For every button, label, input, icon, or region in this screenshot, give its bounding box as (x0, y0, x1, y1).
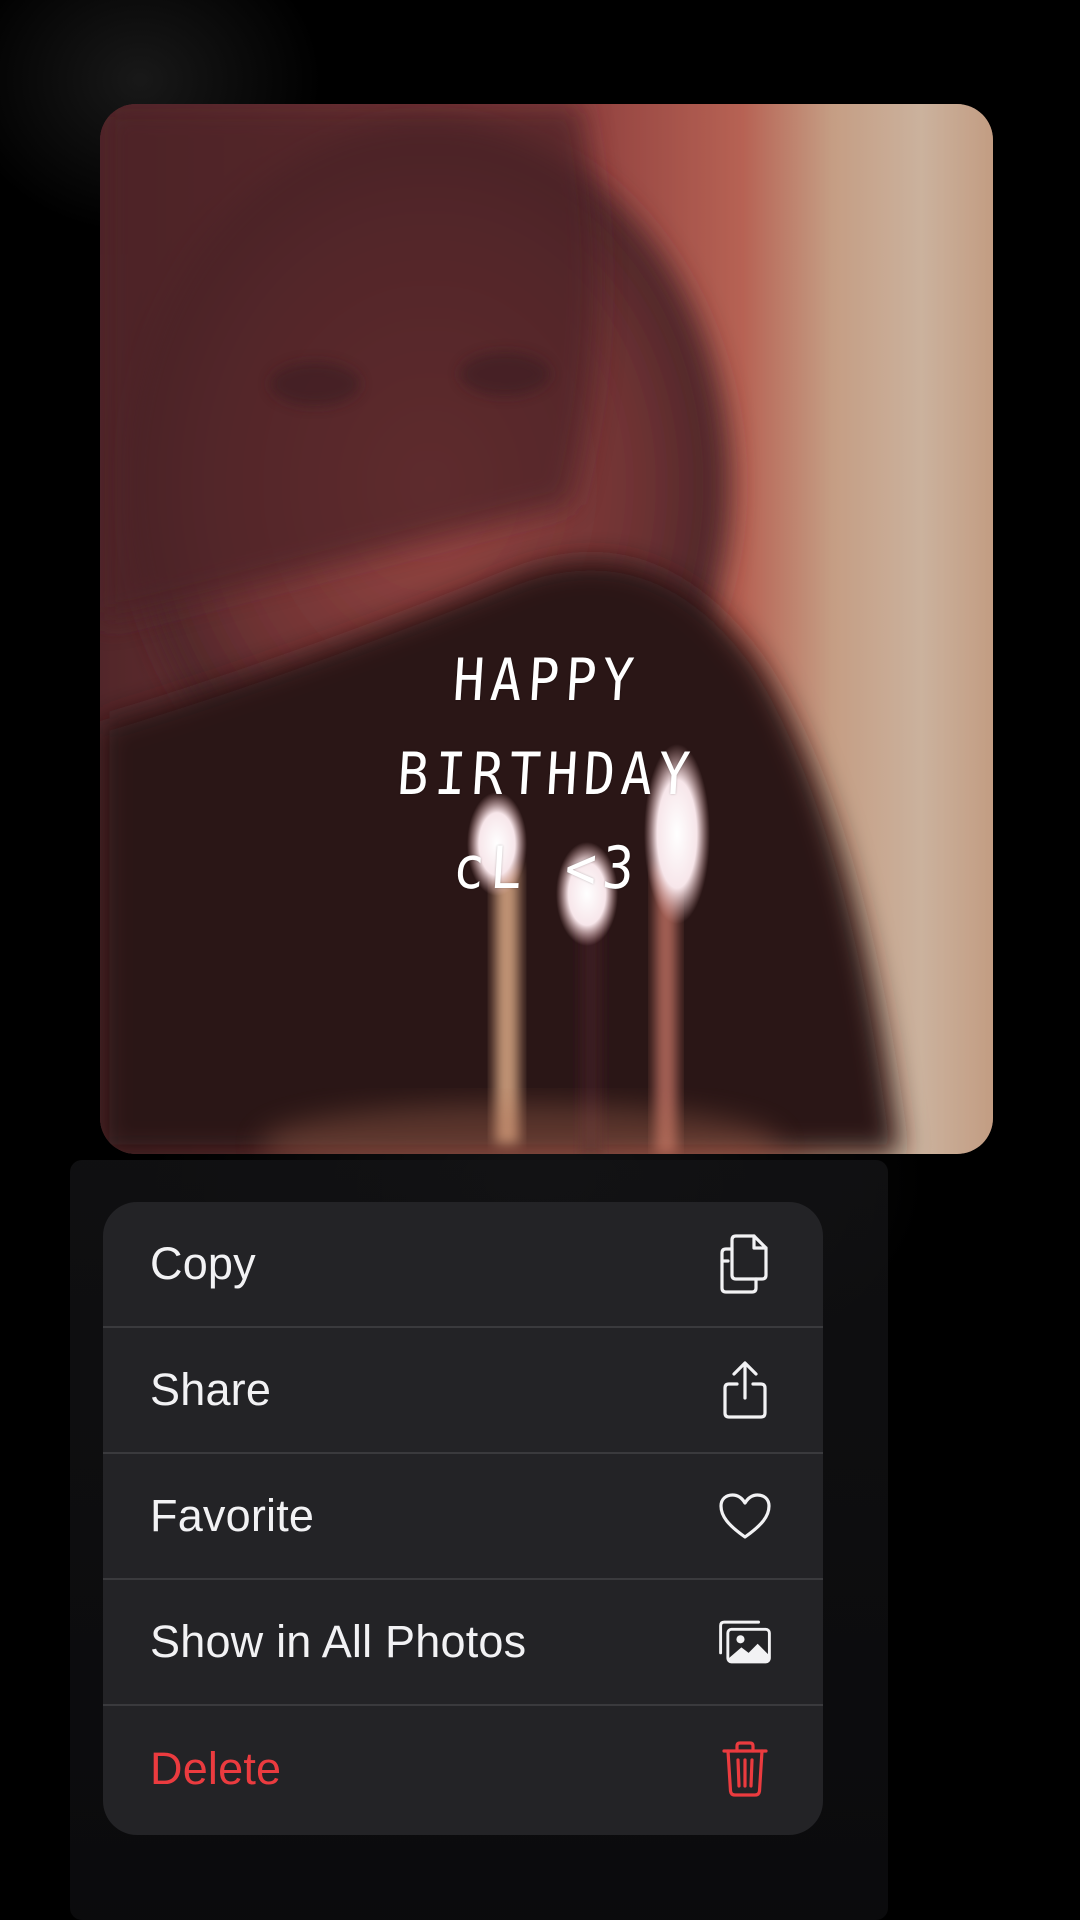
share-icon (717, 1361, 773, 1419)
menu-item-share[interactable]: Share (103, 1328, 823, 1454)
trash-icon (717, 1740, 773, 1797)
menu-item-delete[interactable]: Delete (103, 1706, 823, 1831)
context-menu: Copy Share Favorite Show in All Photos D… (103, 1202, 823, 1835)
copy-icon (717, 1234, 773, 1294)
photos-icon (717, 1614, 773, 1670)
menu-item-copy[interactable]: Copy (103, 1202, 823, 1328)
menu-item-favorite[interactable]: Favorite (103, 1454, 823, 1580)
menu-item-label: Favorite (150, 1490, 315, 1541)
photo-preview[interactable]: HAPPY BIRTHDAY cL <3 (100, 104, 993, 1154)
photo-image (100, 104, 993, 1154)
menu-item-label: Share (150, 1364, 272, 1415)
menu-item-label: Delete (150, 1742, 282, 1794)
heart-icon (717, 1488, 773, 1544)
menu-item-label: Show in All Photos (150, 1616, 527, 1667)
menu-item-show-in-all-photos[interactable]: Show in All Photos (103, 1580, 823, 1706)
top-shadow (430, 0, 760, 52)
menu-item-label: Copy (150, 1238, 256, 1289)
